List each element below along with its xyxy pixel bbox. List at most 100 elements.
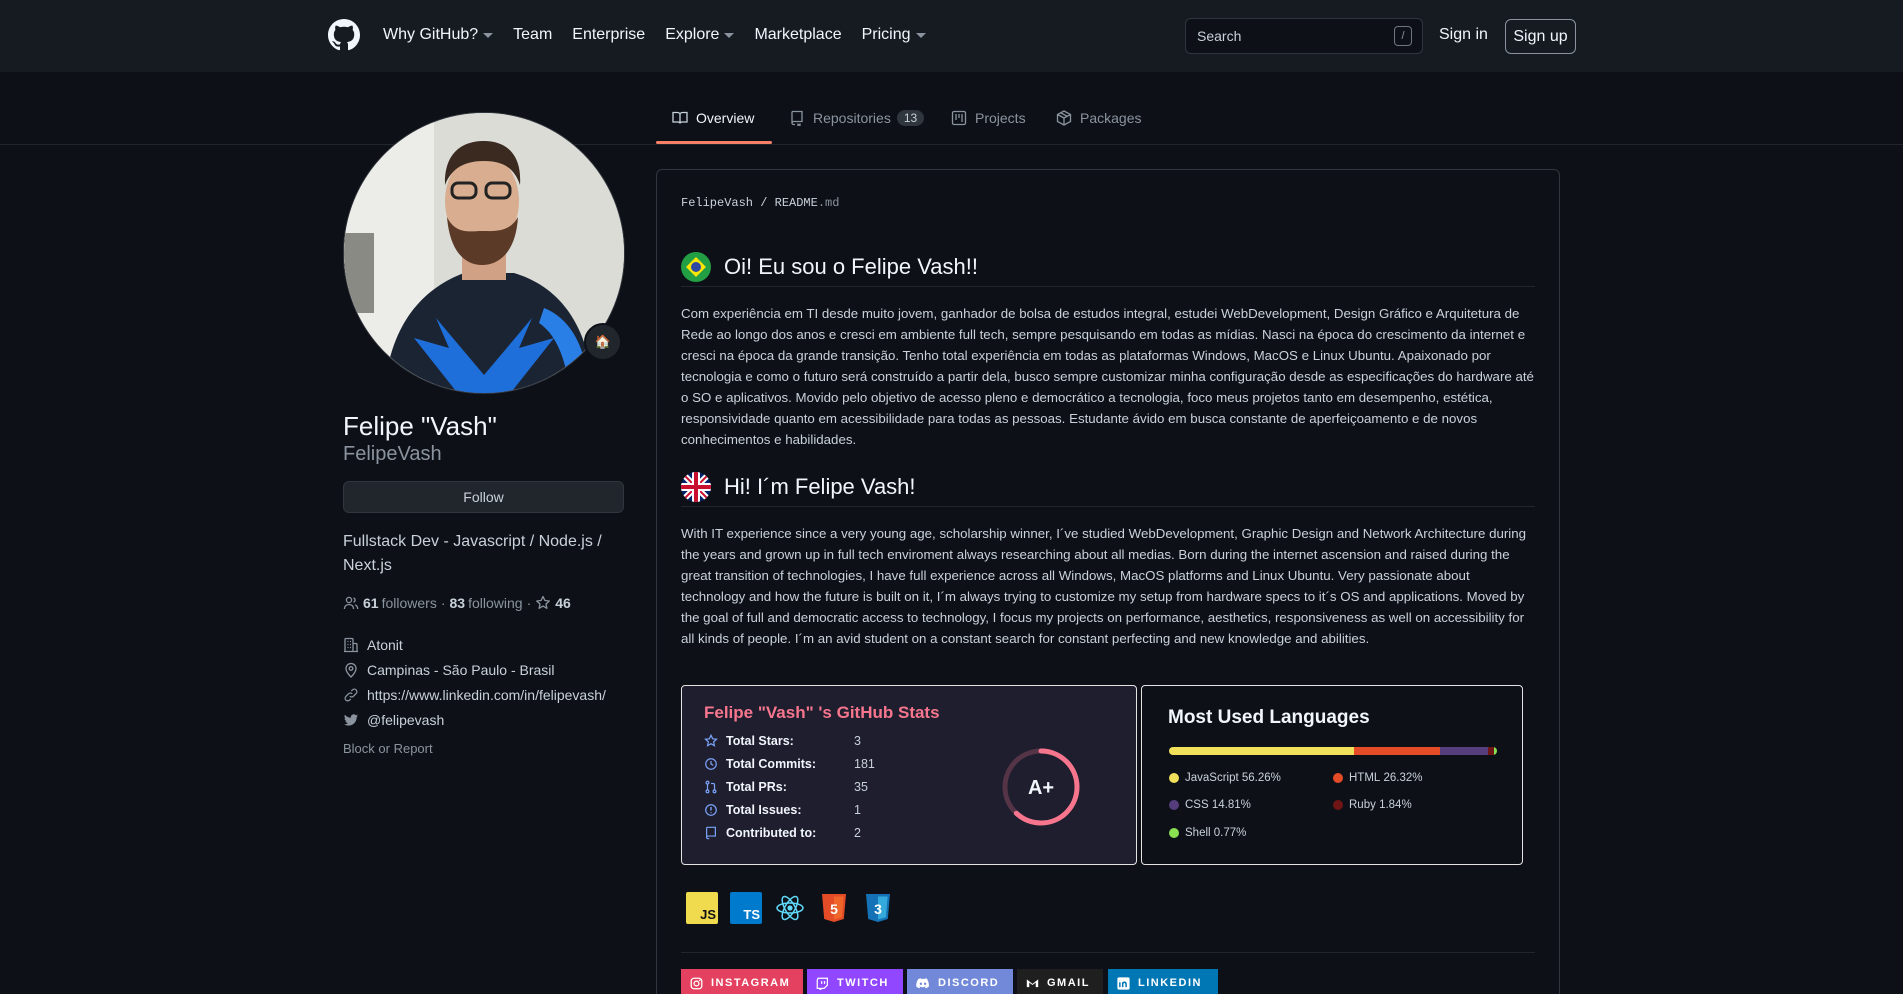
javascript-icon[interactable]: JS <box>686 892 718 924</box>
readme-paragraph-pt: Com experiência em TI desde muito jovem,… <box>681 306 1534 447</box>
css3-icon[interactable]: 3 <box>862 892 894 924</box>
css3-logo: 3 <box>866 894 890 922</box>
history-icon <box>705 758 717 770</box>
profile-full-name: Felipe "Vash" <box>343 411 497 441</box>
gmail-badge[interactable]: GMAIL <box>1017 969 1103 994</box>
language-bar-segment <box>1169 747 1354 755</box>
status-emoji-badge[interactable]: 🏠 <box>584 323 622 361</box>
languages-card[interactable]: Most Used Languages JavaScript 56.26% HT… <box>1141 685 1523 865</box>
discord-badge[interactable]: DISCORD <box>907 969 1013 994</box>
readme-heading-pt: Oi! Eu sou o Felipe Vash!! <box>681 247 1535 287</box>
sign-up-button[interactable]: Sign up <box>1505 19 1576 54</box>
stats-row-issues: Total Issues: 1 <box>704 803 861 817</box>
html5-icon[interactable]: 5 <box>818 892 850 924</box>
avatar[interactable] <box>343 112 625 394</box>
grade-ring: A+ <box>1002 748 1080 826</box>
linkedin-badge[interactable]: LINKEDIN <box>1108 969 1218 994</box>
linkedin-icon <box>1117 976 1130 990</box>
tab-label: Projects <box>975 110 1026 126</box>
following-link[interactable]: 83 following <box>450 595 523 611</box>
package-icon <box>1056 110 1072 126</box>
follow-button[interactable]: Follow <box>343 481 624 513</box>
svg-text:3: 3 <box>874 901 882 917</box>
avatar-image <box>344 113 624 393</box>
twitter-icon <box>344 714 358 726</box>
stars-link[interactable]: 46 <box>535 595 574 611</box>
stats-row-contributed: Contributed to: 2 <box>704 826 861 840</box>
grade-label: A+ <box>1028 777 1054 799</box>
profile-location: Campinas - São Paulo - Brasil <box>343 662 555 678</box>
typescript-icon[interactable]: TS <box>730 892 762 924</box>
search-input[interactable] <box>1185 18 1423 54</box>
readme-heading-en: Hi! I´m Felipe Vash! <box>681 467 1535 507</box>
discord-icon <box>916 977 929 988</box>
github-stats-card[interactable]: Felipe "Vash" 's GitHub Stats Total Star… <box>681 685 1137 865</box>
language-bar-segment <box>1353 747 1440 755</box>
language-dot <box>1169 828 1179 838</box>
site-header: Why GitHub? Team Enterprise Explore Mark… <box>0 0 1903 72</box>
readme-divider <box>681 952 1535 953</box>
nav-team[interactable]: Team <box>513 26 552 44</box>
nav-label: Pricing <box>861 26 911 43</box>
chevron-down-icon <box>483 32 494 38</box>
tab-repositories[interactable]: Repositories 13 <box>789 110 925 126</box>
html5-logo: 5 <box>822 894 846 922</box>
tab-overview[interactable]: Overview <box>672 110 754 126</box>
stats-row-prs: Total PRs: 35 <box>704 780 868 794</box>
gmail-icon <box>1026 979 1039 988</box>
nav-explore[interactable]: Explore <box>665 26 735 44</box>
instagram-badge[interactable]: INSTAGRAM <box>681 969 803 994</box>
profile-twitter-link[interactable]: @felipevash <box>343 712 444 728</box>
language-shell: Shell 0.77% <box>1169 827 1246 839</box>
profile-username: FelipeVash <box>343 443 442 465</box>
block-or-report-link[interactable]: Block or Report <box>343 741 433 756</box>
nav-marketplace[interactable]: Marketplace <box>754 26 841 44</box>
nav-label: Explore <box>665 26 720 43</box>
people-icon <box>343 596 359 610</box>
profile-website-link[interactable]: https://www.linkedin.com/in/felipevash/ <box>343 687 606 703</box>
brazil-flag-icon <box>681 251 711 282</box>
nav-pricing[interactable]: Pricing <box>862 26 926 44</box>
project-icon <box>951 110 967 126</box>
tab-projects[interactable]: Projects <box>951 110 1026 126</box>
instagram-icon <box>690 977 703 989</box>
language-bar-segment <box>1494 747 1497 755</box>
nav-enterprise[interactable]: Enterprise <box>572 26 645 44</box>
main-nav: Why GitHub? Team Enterprise Explore Mark… <box>383 26 946 44</box>
readme-paragraph-en: With IT experience since a very young ag… <box>681 526 1527 646</box>
location-icon <box>345 662 357 678</box>
language-ruby: Ruby 1.84% <box>1333 799 1412 811</box>
tab-packages[interactable]: Packages <box>1056 110 1141 126</box>
tab-label: Overview <box>696 110 755 126</box>
star-icon <box>704 734 718 747</box>
language-dot <box>1333 800 1343 810</box>
github-logo-icon[interactable] <box>328 19 360 51</box>
pull-request-icon <box>705 780 717 794</box>
languages-card-title: Most Used Languages <box>1168 707 1370 728</box>
stats-card-title: Felipe "Vash" 's GitHub Stats <box>704 703 940 722</box>
chevron-down-icon <box>915 32 926 38</box>
language-dot <box>1169 773 1179 783</box>
repo-icon <box>706 826 716 840</box>
followers-link[interactable]: 61 followers <box>363 595 437 611</box>
language-html: HTML 26.32% <box>1333 772 1423 784</box>
repositories-counter: 13 <box>896 110 925 126</box>
search-shortcut-hint: / <box>1394 26 1412 46</box>
nav-why-github[interactable]: Why GitHub? <box>383 26 494 44</box>
twitch-badge[interactable]: TWITCH <box>807 969 903 994</box>
repo-icon <box>791 110 803 126</box>
language-javascript: JavaScript 56.26% <box>1169 772 1281 784</box>
chevron-down-icon <box>724 32 735 38</box>
uk-flag-icon <box>681 471 711 502</box>
readme-owner-link[interactable]: FelipeVash <box>681 196 753 210</box>
language-dot <box>1169 800 1179 810</box>
react-icon[interactable] <box>774 892 806 924</box>
organization-icon <box>344 637 358 653</box>
stats-row-stars: Total Stars: 3 <box>704 734 861 748</box>
sign-in-link[interactable]: Sign in <box>1439 26 1488 44</box>
profile-bio: Fullstack Dev - Javascript / Node.js / N… <box>343 533 602 574</box>
tab-label: Packages <box>1080 110 1142 126</box>
react-logo <box>776 895 804 921</box>
readme-file-link[interactable]: README.md <box>775 196 840 210</box>
active-tab-indicator <box>656 141 772 144</box>
